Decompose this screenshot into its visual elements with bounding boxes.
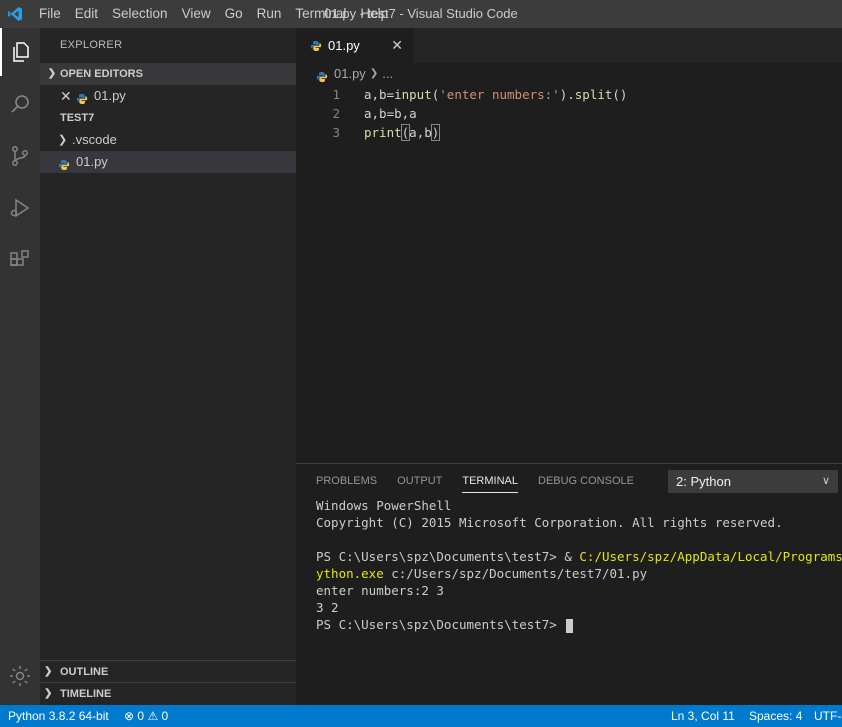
explorer-sidebar: EXPLORER ❯ OPEN EDITORS ✕ 01.py TEST7 ❯ … <box>40 28 296 705</box>
python-interpreter[interactable]: Python 3.8.2 64-bit <box>8 705 109 727</box>
chevron-right-icon: ❯ <box>44 687 53 699</box>
extensions-icon[interactable] <box>0 236 40 284</box>
tab-01-py[interactable]: 01.py ✕ <box>296 28 413 63</box>
menu-go[interactable]: Go <box>218 0 250 28</box>
terminal-line: Copyright (C) 2015 Microsoft Corporation… <box>316 515 783 530</box>
line-number: 3 <box>332 125 340 140</box>
run-debug-icon[interactable] <box>0 184 40 232</box>
code-text: a,b=b,a <box>364 106 417 121</box>
explorer-title: EXPLORER <box>60 39 123 51</box>
terminal-cursor <box>566 618 574 633</box>
close-icon[interactable]: ✕ <box>60 85 76 107</box>
menu-bar: File Edit Selection View Go Run Terminal… <box>32 0 395 28</box>
open-editor-item[interactable]: ✕ 01.py <box>40 85 296 107</box>
indentation[interactable]: Spaces: 4 <box>749 705 802 727</box>
status-bar: Python 3.8.2 64-bit ⊗ 0 ⚠ 0 Ln 3, Col 11… <box>0 705 842 727</box>
folder-label: TEST7 <box>60 112 95 124</box>
chevron-down-icon: ∨ <box>821 475 830 487</box>
terminal-line: Windows PowerShell <box>316 498 452 513</box>
terminal-prompt-line: PS C:\Users\spz\Documents\test7> <box>316 616 842 633</box>
file-01-py-label: 01.py <box>76 154 108 169</box>
python-file-icon <box>58 156 70 170</box>
chevron-right-icon: ❯ <box>44 665 53 677</box>
menu-edit[interactable]: Edit <box>68 0 105 28</box>
tab-debug-console[interactable]: DEBUG CONSOLE <box>538 464 634 499</box>
error-icon: ⊗ <box>124 709 135 723</box>
line-number: 2 <box>332 106 340 121</box>
problems-indicator[interactable]: ⊗ 0 ⚠ 0 <box>124 705 168 727</box>
cursor-position[interactable]: Ln 3, Col 11 <box>671 705 735 727</box>
encoding[interactable]: UTF-8 <box>814 705 842 727</box>
editor-tabs: 01.py ✕ <box>296 28 842 63</box>
terminal-select[interactable]: 2: Python ∨ <box>668 470 838 493</box>
folder-vscode-label: .vscode <box>72 132 117 147</box>
search-icon[interactable] <box>0 80 40 128</box>
files-icon[interactable] <box>0 28 40 76</box>
menu-selection[interactable]: Selection <box>105 0 175 28</box>
breadcrumb-file[interactable]: 01.py <box>334 63 366 85</box>
code-line: 3 print(a,b) <box>296 123 842 142</box>
editor-area: 01.py ✕ 01.py ❯ ... 1 a,b=input('enter n… <box>296 28 842 463</box>
chevron-right-icon: ❯ <box>58 134 68 146</box>
terminal-output[interactable]: Windows PowerShell Copyright (C) 2015 Mi… <box>316 497 842 633</box>
folder-vscode[interactable]: ❯ .vscode <box>40 129 296 151</box>
error-count: 0 <box>137 709 145 723</box>
menu-help[interactable]: Help <box>353 0 395 28</box>
tab-label: 01.py <box>328 38 360 53</box>
chevron-right-icon: ❯ <box>369 68 379 79</box>
code-text: a,b=input('enter numbers:').split() <box>364 87 628 102</box>
menu-view[interactable]: View <box>175 0 218 28</box>
breadcrumb-symbols[interactable]: ... <box>382 63 393 85</box>
settings-gear-icon[interactable] <box>0 652 40 700</box>
open-editors-label: OPEN EDITORS <box>60 68 143 80</box>
warning-count: 0 <box>161 709 169 723</box>
python-file-icon <box>310 40 322 52</box>
line-number: 1 <box>332 87 340 102</box>
terminal-select-value: 2: Python <box>676 474 731 489</box>
code-text: print(a,b) <box>364 124 441 141</box>
python-file-icon <box>316 68 328 82</box>
open-editor-label: 01.py <box>94 88 126 103</box>
code-editor[interactable]: 1 a,b=input('enter numbers:').split() 2 … <box>296 85 842 142</box>
menu-run[interactable]: Run <box>250 0 289 28</box>
breadcrumb: 01.py ❯ ... <box>296 63 842 85</box>
open-editors-header[interactable]: ❯ OPEN EDITORS <box>40 63 296 85</box>
terminal-line: enter numbers:2 3 <box>316 583 444 598</box>
tab-output[interactable]: OUTPUT <box>397 464 442 499</box>
vscode-logo-icon <box>2 0 28 28</box>
terminal-line: PS C:\Users\spz\Documents\test7> & C:/Us… <box>316 549 842 564</box>
title-bar: File Edit Selection View Go Run Terminal… <box>0 0 842 28</box>
outline-label: OUTLINE <box>60 665 109 678</box>
code-line: 1 a,b=input('enter numbers:').split() <box>296 85 842 104</box>
chevron-down-icon: ❯ <box>47 68 57 79</box>
timeline-header[interactable]: ❯ TIMELINE <box>40 682 296 704</box>
menu-file[interactable]: File <box>32 0 68 28</box>
terminal-line: 3 2 <box>316 600 339 615</box>
file-01-py[interactable]: 01.py <box>40 151 296 173</box>
code-line: 2 a,b=b,a <box>296 104 842 123</box>
warning-icon: ⚠ <box>147 709 159 723</box>
folder-header[interactable]: TEST7 <box>40 107 296 129</box>
activity-bar <box>0 28 40 705</box>
tab-terminal[interactable]: TERMINAL <box>462 464 518 499</box>
tab-problems[interactable]: PROBLEMS <box>316 464 377 499</box>
close-icon[interactable]: ✕ <box>391 37 403 54</box>
timeline-label: TIMELINE <box>60 687 112 700</box>
menu-terminal[interactable]: Terminal <box>288 0 353 28</box>
terminal-line: ython.exe c:/Users/spz/Documents/test7/0… <box>316 566 648 581</box>
outline-header[interactable]: ❯ OUTLINE <box>40 660 296 682</box>
python-file-icon <box>76 90 88 104</box>
bottom-panel: PROBLEMS OUTPUT TERMINAL DEBUG CONSOLE 2… <box>296 463 842 705</box>
source-control-icon[interactable] <box>0 132 40 180</box>
